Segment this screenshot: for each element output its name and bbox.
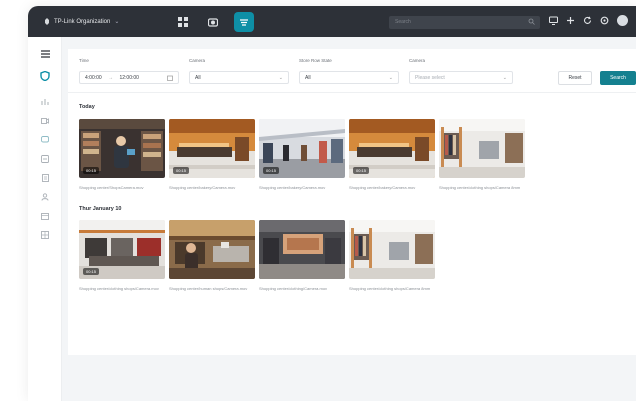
camera-select-value: All — [195, 75, 201, 81]
thumbnail-caption: Shopping center/clothing shops/Camera 8m… — [349, 286, 431, 291]
search-archive-icon[interactable] — [234, 12, 254, 32]
thumbnail-caption: Shopping center/human shops/Camera.mov — [169, 286, 248, 291]
search-icon — [528, 18, 535, 25]
calendar-icon[interactable] — [40, 211, 50, 221]
menu-icon[interactable] — [40, 49, 50, 59]
filter-bar: Time 4:00:00 → 12:00:00 Camera All ⌄ Sto… — [68, 49, 636, 93]
organization-name: TP-Link Organization — [54, 18, 111, 25]
document-icon[interactable] — [40, 173, 50, 183]
duration-badge: 00:15 — [83, 167, 100, 174]
store-state-select[interactable]: All ⌄ — [299, 71, 399, 84]
time-range-input[interactable]: 4:00:00 → 12:00:00 — [79, 71, 179, 84]
thumbnail-caption: Shopping center/clothing shops/Camera 8m… — [439, 185, 521, 190]
thumbnail-caption: Shopping center/bakery/Camera.mov — [169, 185, 236, 190]
grid-view-icon[interactable] — [174, 13, 192, 31]
video-thumbnail[interactable] — [439, 119, 525, 178]
thumbnail-caption: Shopping center/bakery/Camera.mov — [349, 185, 416, 190]
video-thumbnail[interactable]: 00:15 — [79, 220, 165, 279]
video-thumbnail[interactable]: 00:15 — [349, 119, 435, 178]
video-thumbnail[interactable]: 00:15 — [79, 119, 165, 178]
grid-icon[interactable] — [40, 230, 50, 240]
video-thumbnail[interactable] — [349, 220, 435, 279]
duration-badge: 00:15 — [83, 268, 100, 275]
thumbnail-caption: Shopping center/bakery/Camera.mov — [259, 185, 326, 190]
calendar-icon — [167, 75, 173, 81]
video-thumbnail[interactable]: 00:15 — [169, 119, 255, 178]
section-title-today: Today — [79, 104, 95, 110]
sidebar — [28, 37, 62, 401]
global-search-input[interactable]: Search — [389, 16, 540, 29]
camera2-select[interactable]: Please select ⌄ — [409, 71, 513, 84]
add-icon[interactable] — [566, 16, 575, 25]
results-area: Today 00:15 Shopping center/ShopsCamera.… — [68, 96, 636, 355]
app-window: TP-Link Organization ⌄ Search Time 4:00:… — [28, 6, 636, 401]
video-icon[interactable] — [40, 116, 50, 126]
time-end: 12:00:00 — [119, 75, 139, 81]
monitor-icon[interactable] — [549, 16, 558, 25]
time-range-arrow-icon: → — [108, 75, 114, 81]
video-thumbnail[interactable] — [169, 220, 255, 279]
video-thumbnail[interactable] — [259, 220, 345, 279]
camera-label: Camera — [189, 58, 206, 63]
toolbar — [549, 15, 628, 26]
search-placeholder: Search — [395, 19, 411, 25]
camera2-placeholder: Please select — [415, 75, 445, 81]
refresh-icon[interactable] — [583, 16, 592, 25]
thumbnail-caption: Shopping center/clothing shops/Camera.mo… — [79, 286, 159, 291]
chevron-down-icon: ⌄ — [388, 75, 393, 81]
shield-icon[interactable] — [40, 71, 50, 81]
time-label: Time — [79, 58, 89, 63]
duration-badge: 00:15 — [173, 167, 190, 174]
chevron-down-icon: ⌄ — [502, 75, 507, 81]
chevron-down-icon: ⌄ — [278, 75, 283, 81]
user-avatar[interactable] — [617, 15, 628, 26]
organization-icon — [45, 18, 49, 25]
chevron-down-icon: ⌄ — [114, 19, 120, 25]
camera2-label: Camera — [409, 58, 426, 63]
duration-badge: 00:15 — [353, 167, 370, 174]
section-title-date: Thur January 10 — [79, 206, 122, 212]
organization-selector[interactable]: TP-Link Organization ⌄ — [44, 18, 119, 25]
video-thumbnail[interactable]: 00:15 — [259, 119, 345, 178]
camera-icon[interactable] — [204, 13, 222, 31]
reset-button[interactable]: Reset — [558, 71, 592, 85]
analytics-icon[interactable] — [40, 97, 50, 107]
top-bar: TP-Link Organization ⌄ Search — [28, 6, 636, 37]
search-button[interactable]: Search — [600, 71, 636, 85]
camera-select[interactable]: All ⌄ — [189, 71, 289, 84]
duration-badge: 00:15 — [263, 167, 280, 174]
store-state-value: All — [305, 75, 311, 81]
time-start: 4:00:00 — [85, 75, 102, 81]
store-state-label: Store Row State — [299, 58, 332, 63]
layers-icon[interactable] — [40, 154, 50, 164]
gear-icon[interactable] — [600, 16, 609, 25]
thumbnail-caption: Shopping center/ShopsCamera.mov — [79, 185, 144, 190]
chat-icon[interactable] — [40, 135, 50, 145]
main-navigation — [174, 12, 254, 32]
user-icon[interactable] — [40, 192, 50, 202]
thumbnail-caption: Shopping center/clothing/Camera.mov — [259, 286, 328, 291]
